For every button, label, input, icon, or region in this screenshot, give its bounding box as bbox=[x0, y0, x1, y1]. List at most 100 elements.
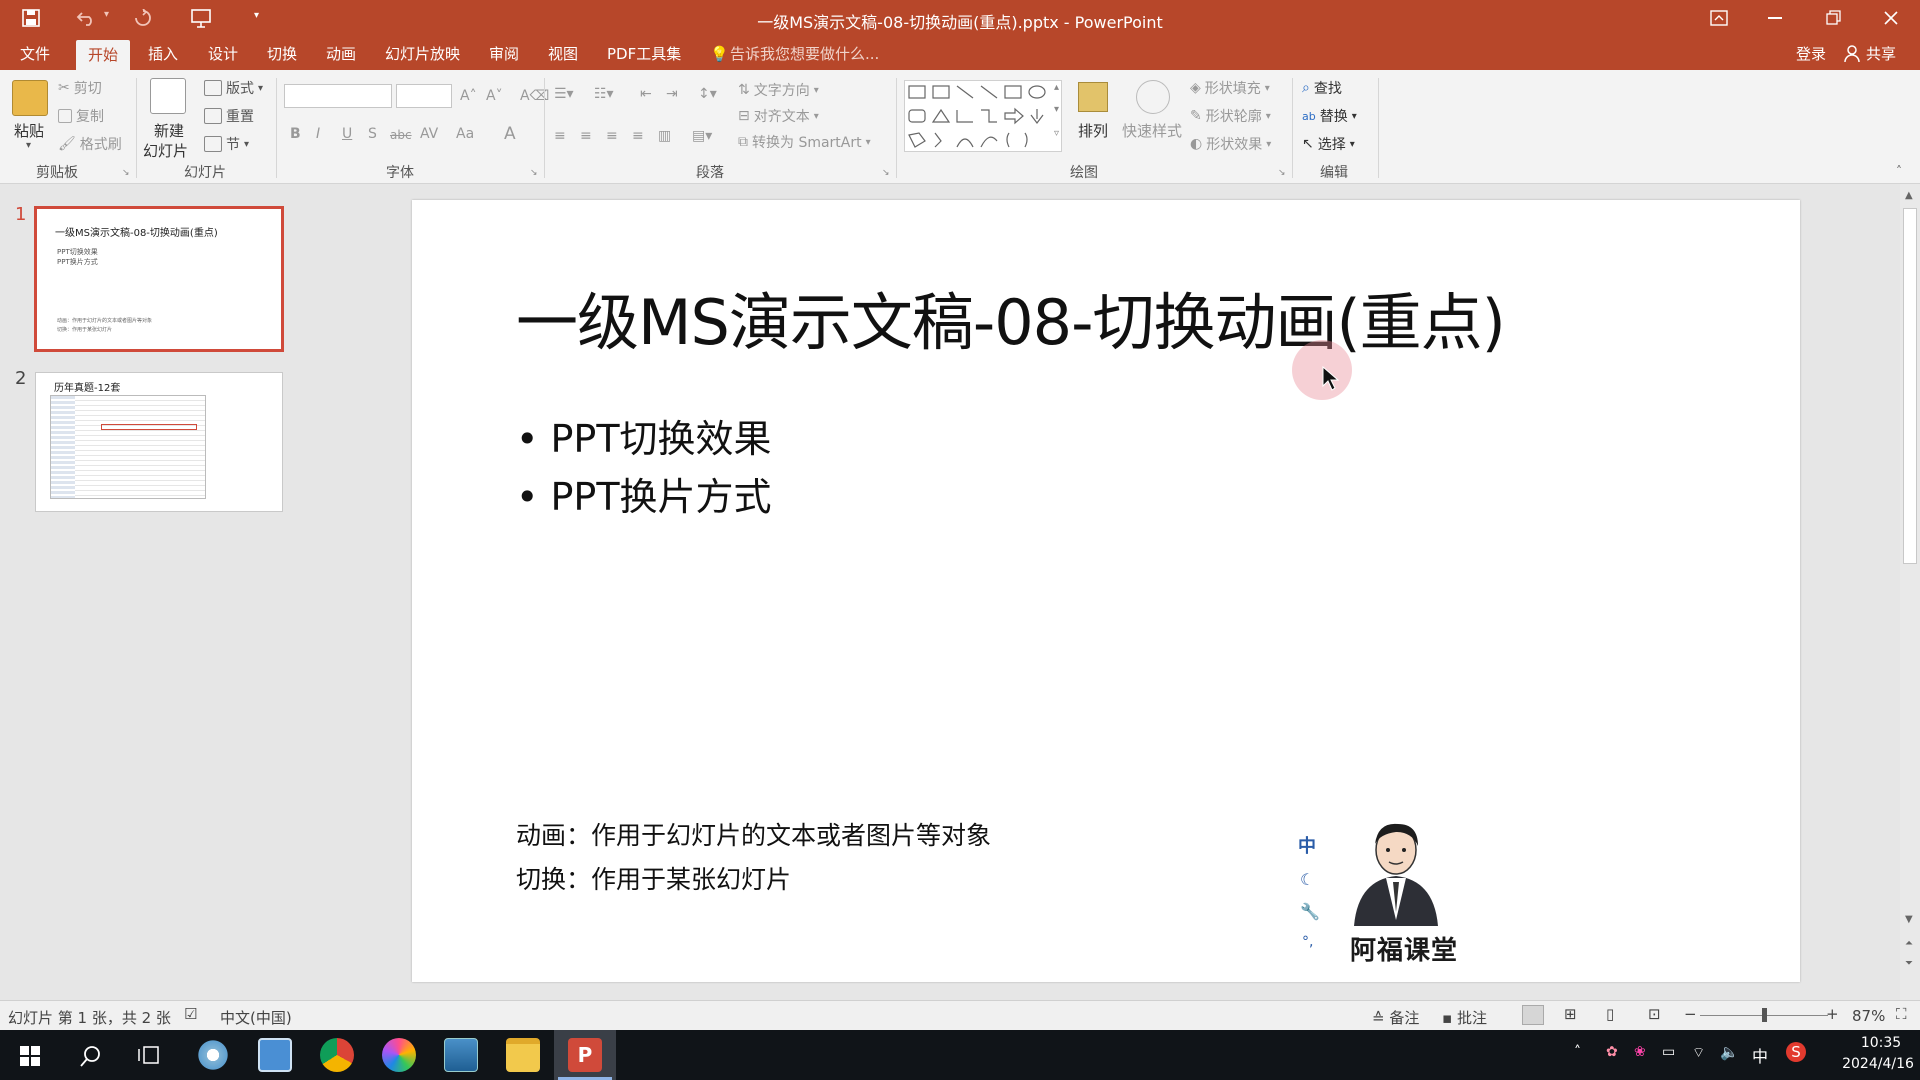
find-button[interactable]: ⌕ 查找 bbox=[1302, 78, 1342, 98]
slide-title[interactable]: 一级MS演示文稿-08-切换动画(重点) bbox=[516, 272, 1506, 362]
share-button[interactable]: 共享 bbox=[1866, 43, 1896, 64]
quick-styles-icon[interactable] bbox=[1136, 80, 1170, 114]
gallery-more-icon[interactable]: ▿ bbox=[1054, 128, 1059, 139]
slide-sorter-view-icon[interactable]: ⊞ bbox=[1564, 1005, 1577, 1023]
quick-styles-button[interactable]: 快速样式 bbox=[1122, 120, 1182, 141]
strikethrough-button[interactable]: abc bbox=[390, 128, 412, 142]
tab-transitions[interactable]: 切换 bbox=[267, 43, 297, 64]
task-view-icon[interactable] bbox=[138, 1045, 160, 1065]
color-wheel-app-icon[interactable] bbox=[382, 1038, 416, 1072]
arrange-icon[interactable] bbox=[1078, 82, 1108, 112]
align-center-icon[interactable]: ≡ bbox=[580, 128, 592, 144]
ime-wrench-icon[interactable]: 🔧 bbox=[1300, 902, 1320, 921]
login-link[interactable]: 登录 bbox=[1796, 43, 1826, 64]
justify-icon[interactable]: ≡ bbox=[632, 128, 644, 144]
tab-slideshow[interactable]: 幻灯片放映 bbox=[385, 43, 460, 64]
tell-me-search[interactable]: 告诉我您想要做什么... bbox=[730, 43, 879, 64]
chrome-icon[interactable] bbox=[320, 1038, 354, 1072]
language-indicator[interactable]: 中文(中国) bbox=[220, 1007, 292, 1028]
fit-to-window-icon[interactable]: ⛶ bbox=[1896, 1005, 1907, 1023]
grow-font-icon[interactable]: A˄ bbox=[460, 88, 477, 104]
powerpoint-icon[interactable]: P bbox=[568, 1038, 602, 1072]
tray-flower-icon[interactable]: ❀ bbox=[1634, 1044, 1646, 1060]
photos-app-icon[interactable] bbox=[444, 1038, 478, 1072]
slide-bullet[interactable]: • PPT换片方式 bbox=[516, 466, 772, 521]
format-painter-button[interactable]: 🖌 格式刷 bbox=[58, 134, 122, 154]
cut-button[interactable]: ✂ 剪切 bbox=[58, 78, 102, 98]
windows-start-icon[interactable] bbox=[20, 1046, 40, 1066]
text-direction-button[interactable]: ⇅ 文字方向 ▾ bbox=[738, 80, 819, 100]
new-slide-dropdown[interactable]: 幻灯片 bbox=[143, 140, 188, 161]
clipboard-launcher-icon[interactable]: ↘ bbox=[122, 168, 130, 178]
vertical-scrollbar[interactable]: ▲ ▼ ⏶ ⏷ bbox=[1900, 184, 1920, 1000]
change-case-button[interactable]: Aa bbox=[456, 126, 474, 142]
font-name-combobox[interactable] bbox=[284, 84, 392, 108]
align-text-button[interactable]: ⊟ 对齐文本 ▾ bbox=[738, 106, 819, 126]
paste-icon[interactable] bbox=[12, 80, 48, 116]
ime-toolbar-chinese[interactable]: 中 bbox=[1298, 832, 1316, 858]
clock-time[interactable]: 10:35 bbox=[1846, 1035, 1916, 1051]
shadow-button[interactable]: S bbox=[368, 126, 377, 142]
restore-icon[interactable] bbox=[1826, 10, 1842, 26]
new-slide-button[interactable]: 新建 bbox=[154, 120, 184, 141]
ribbon-display-options-icon[interactable] bbox=[1710, 10, 1728, 26]
scrollbar-thumb[interactable] bbox=[1903, 208, 1917, 564]
layout-button[interactable]: 版式 ▾ bbox=[204, 78, 263, 98]
font-size-combobox[interactable] bbox=[396, 84, 452, 108]
scroll-down-icon[interactable]: ▼ bbox=[1905, 914, 1913, 925]
file-explorer-icon[interactable] bbox=[506, 1038, 540, 1072]
network-icon[interactable]: ⌔ bbox=[1692, 1044, 1705, 1062]
tab-animations[interactable]: 动画 bbox=[326, 43, 356, 64]
shape-fill-button[interactable]: ◈ 形状填充 ▾ bbox=[1190, 78, 1270, 98]
search-icon[interactable] bbox=[80, 1045, 102, 1067]
align-left-icon[interactable]: ≡ bbox=[554, 128, 566, 144]
shapes-gallery[interactable] bbox=[904, 80, 1062, 152]
close-icon[interactable] bbox=[1883, 10, 1899, 26]
clock-date[interactable]: 2024/4/16 bbox=[1836, 1056, 1920, 1072]
paragraph-launcher-icon[interactable]: ↘ bbox=[882, 168, 890, 178]
shrink-font-icon[interactable]: A˅ bbox=[486, 88, 503, 104]
paste-dropdown-icon[interactable]: ▾ bbox=[26, 140, 31, 151]
copy-button[interactable]: 复制 bbox=[58, 106, 104, 126]
sogou-ime-icon[interactable]: S bbox=[1786, 1042, 1806, 1062]
arrange-button[interactable]: 排列 bbox=[1078, 120, 1108, 141]
decrease-indent-icon[interactable]: ⇤ bbox=[640, 86, 652, 102]
tab-file[interactable]: 文件 bbox=[20, 43, 50, 64]
slideshow-view-icon[interactable]: ⊡ bbox=[1648, 1005, 1661, 1023]
spell-check-icon[interactable]: ☑ bbox=[184, 1005, 197, 1023]
slide-thumbnail-1[interactable]: 一级MS演示文稿-08-切换动画(重点) PPT切换效果 PPT换片方式 动画：… bbox=[34, 206, 284, 352]
slide-note-animation[interactable]: 动画：作用于幻灯片的文本或者图片等对象 bbox=[516, 816, 991, 852]
zoom-level[interactable]: 87% bbox=[1852, 1007, 1885, 1025]
previous-slide-icon[interactable]: ⏶ bbox=[1905, 938, 1913, 949]
comments-button[interactable]: ▪ 批注 bbox=[1442, 1007, 1487, 1028]
zoom-in-icon[interactable]: + bbox=[1826, 1005, 1839, 1023]
reading-view-icon[interactable]: ▯ bbox=[1606, 1005, 1614, 1023]
tray-app-icon[interactable]: ✿ bbox=[1606, 1044, 1618, 1060]
underline-button[interactable]: U bbox=[342, 126, 352, 142]
slide-canvas[interactable]: 一级MS演示文稿-08-切换动画(重点) • PPT切换效果 • PPT换片方式… bbox=[412, 200, 1800, 982]
drawing-launcher-icon[interactable]: ↘ bbox=[1278, 168, 1286, 178]
gallery-scroll-up-icon[interactable]: ▴ bbox=[1054, 82, 1059, 93]
reset-button[interactable]: 重置 bbox=[204, 106, 254, 126]
replace-button[interactable]: ab 替换 ▾ bbox=[1302, 106, 1357, 126]
new-slide-icon[interactable] bbox=[150, 78, 186, 114]
input-method-indicator[interactable]: 中 bbox=[1752, 1043, 1768, 1067]
increase-indent-icon[interactable]: ⇥ bbox=[666, 86, 678, 102]
tab-view[interactable]: 视图 bbox=[548, 43, 578, 64]
tab-home[interactable]: 开始 bbox=[76, 40, 131, 73]
settings-flower-app-icon[interactable] bbox=[196, 1038, 230, 1072]
paste-button[interactable]: 粘贴 bbox=[14, 120, 44, 141]
shape-effects-button[interactable]: ◐ 形状效果 ▾ bbox=[1190, 134, 1271, 154]
screen-tool-app-icon[interactable] bbox=[258, 1038, 292, 1072]
section-button[interactable]: 节 ▾ bbox=[204, 134, 249, 154]
next-slide-icon[interactable]: ⏷ bbox=[1905, 958, 1913, 969]
gallery-scroll-down-icon[interactable]: ▾ bbox=[1054, 104, 1059, 115]
font-color-icon[interactable]: A bbox=[504, 124, 516, 144]
tab-pdf-tools[interactable]: PDF工具集 bbox=[607, 43, 681, 64]
tab-insert[interactable]: 插入 bbox=[148, 43, 178, 64]
notes-button[interactable]: ≙ 备注 bbox=[1372, 1007, 1419, 1028]
italic-button[interactable]: I bbox=[316, 126, 320, 142]
ime-moon-icon[interactable]: ☾ bbox=[1300, 870, 1314, 889]
columns-icon[interactable]: ▤▾ bbox=[692, 128, 712, 144]
zoom-slider-thumb[interactable] bbox=[1762, 1008, 1767, 1022]
